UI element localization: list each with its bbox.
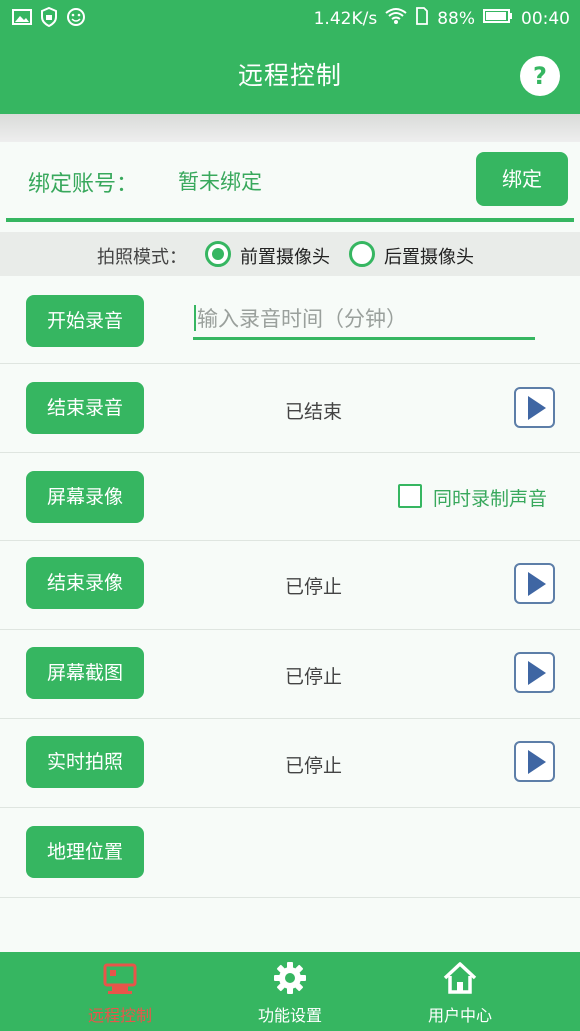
- photo-mode-label: 拍照模式：: [97, 247, 187, 268]
- location-row: 地理位置: [0, 808, 580, 898]
- play-icon: [528, 661, 546, 685]
- wifi-icon: [385, 7, 407, 30]
- home-icon: [443, 962, 477, 994]
- screenshot-button[interactable]: 屏幕截图: [26, 647, 144, 699]
- screenshot-status: 已停止: [285, 666, 343, 688]
- start-recording-button[interactable]: 开始录音: [26, 295, 144, 347]
- nav-user-center-label: 用户中心: [427, 1006, 492, 1025]
- play-recording-button[interactable]: [514, 387, 555, 428]
- recording-duration-input[interactable]: 输入录音时间（分钟）: [193, 300, 535, 340]
- nav-settings[interactable]: 功能设置: [220, 960, 360, 1026]
- status-bar: 1.42K/s 88% 00:40: [0, 0, 580, 34]
- shield-icon: [40, 6, 58, 32]
- end-screen-record-row: 结束录像 已停止: [0, 541, 580, 630]
- screen-record-button[interactable]: 屏幕录像: [26, 471, 144, 523]
- app-bar: 远程控制 ?: [0, 34, 580, 114]
- front-camera-radio[interactable]: [205, 241, 231, 267]
- front-camera-label[interactable]: 前置摄像头: [240, 243, 330, 269]
- location-button[interactable]: 地理位置: [26, 826, 144, 878]
- battery-percent: 88%: [437, 8, 475, 29]
- nav-remote-control[interactable]: 远程控制: [50, 960, 190, 1026]
- view-photo-button[interactable]: [514, 741, 555, 782]
- bind-button[interactable]: 绑定: [476, 152, 568, 206]
- live-photo-row: 实时拍照 已停止: [0, 719, 580, 808]
- bottom-navigation: 远程控制 功能设置 用户中心: [0, 952, 580, 1031]
- gear-icon: [274, 962, 306, 994]
- binding-row: 绑定账号： 暂未绑定 绑定: [0, 142, 580, 224]
- nav-remote-control-label: 远程控制: [87, 1006, 152, 1025]
- end-recording-button[interactable]: 结束录音: [26, 382, 144, 434]
- clock: 00:40: [521, 8, 570, 29]
- play-icon: [528, 750, 546, 774]
- live-photo-status: 已停止: [285, 755, 343, 777]
- binding-label: 绑定账号：: [28, 172, 139, 197]
- play-screen-record-button[interactable]: [514, 563, 555, 604]
- monitor-icon: [103, 963, 137, 994]
- recording-status: 已结束: [285, 401, 343, 423]
- play-icon: [528, 572, 546, 596]
- end-recording-row: 结束录音 已结束: [0, 364, 580, 453]
- play-icon: [528, 396, 546, 420]
- rear-camera-radio[interactable]: [349, 241, 375, 267]
- text-cursor: [194, 305, 196, 331]
- sim-icon: [415, 7, 429, 30]
- record-audio-checkbox[interactable]: [398, 484, 422, 508]
- help-icon: ?: [533, 62, 547, 90]
- image-icon: [12, 8, 32, 31]
- header-shadow: [0, 114, 580, 142]
- end-screen-record-button[interactable]: 结束录像: [26, 557, 144, 609]
- nav-settings-label: 功能设置: [257, 1006, 322, 1025]
- nav-user-center[interactable]: 用户中心: [390, 960, 530, 1026]
- view-screenshot-button[interactable]: [514, 652, 555, 693]
- screenshot-row: 屏幕截图 已停止: [0, 630, 580, 719]
- page-title: 远程控制: [237, 61, 342, 90]
- binding-status: 暂未绑定: [178, 170, 262, 194]
- screen-record-status: 已停止: [285, 576, 343, 598]
- help-button[interactable]: ?: [520, 56, 560, 96]
- binding-divider: [6, 218, 574, 222]
- record-audio-label[interactable]: 同时录制声音: [433, 484, 547, 511]
- photo-mode-bar: 拍照模式： 前置摄像头 后置摄像头: [0, 232, 580, 276]
- live-photo-button[interactable]: 实时拍照: [26, 736, 144, 788]
- battery-icon: [483, 8, 513, 29]
- network-speed: 1.42K/s: [313, 8, 378, 29]
- rear-camera-label[interactable]: 后置摄像头: [384, 243, 474, 269]
- smiley-icon: [66, 7, 86, 32]
